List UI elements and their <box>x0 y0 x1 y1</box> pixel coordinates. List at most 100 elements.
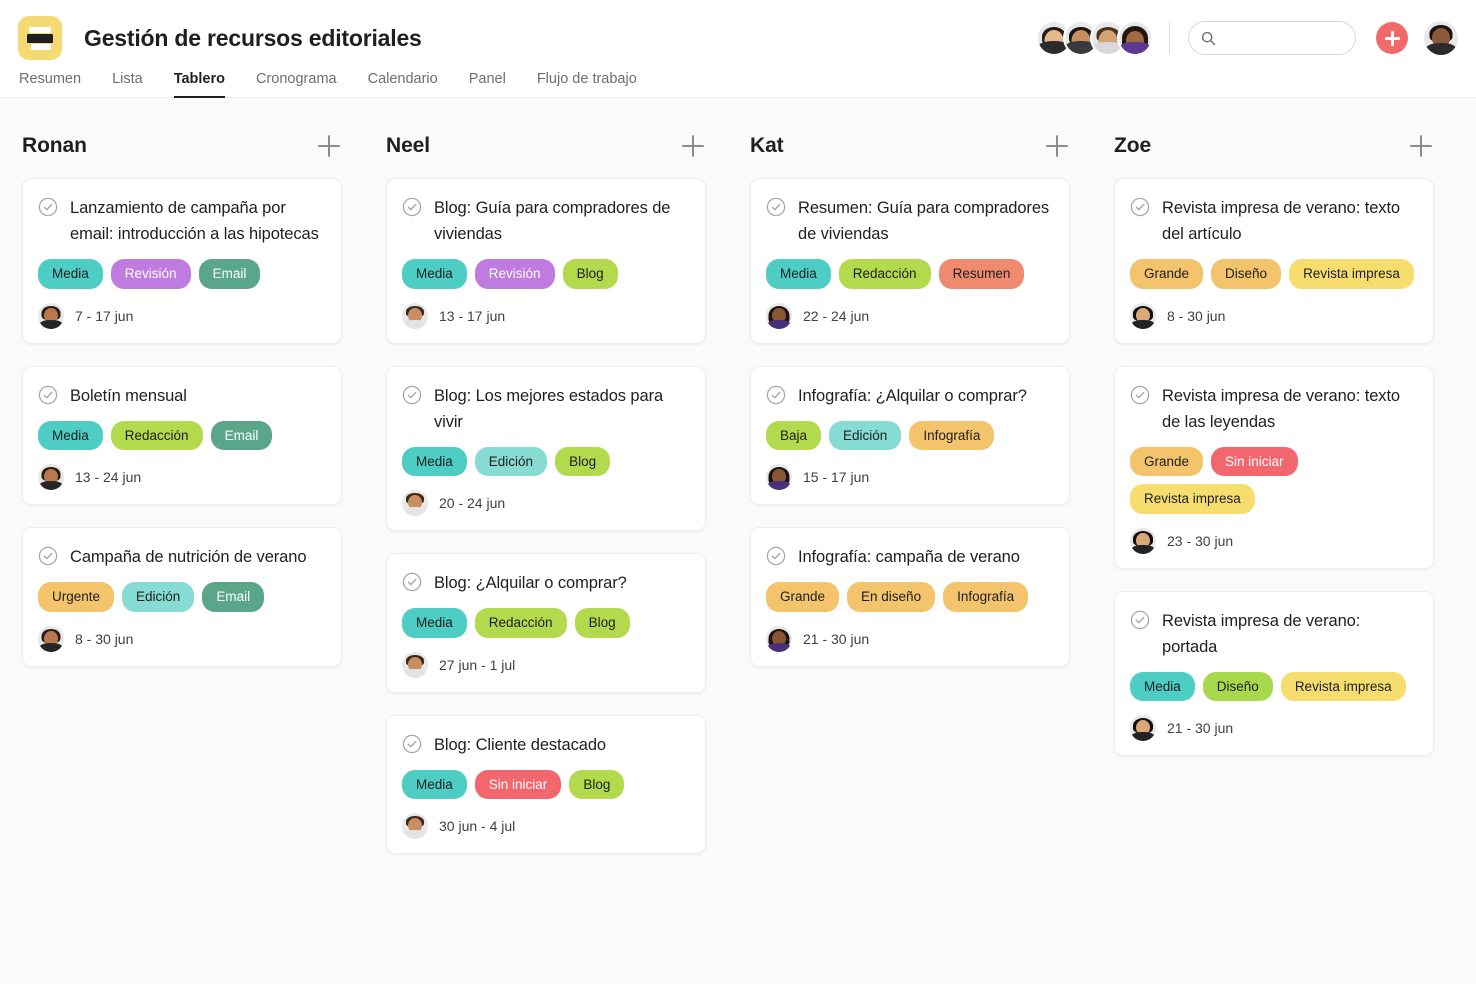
current-user-avatar[interactable] <box>1424 21 1458 55</box>
task-tag[interactable]: Blog <box>574 608 630 638</box>
task-card[interactable]: Revista impresa de verano: texto del art… <box>1114 178 1434 344</box>
task-tag[interactable]: Revisión <box>474 259 555 289</box>
task-date-range[interactable]: 7 - 17 jun <box>75 308 133 324</box>
task-card[interactable]: Blog: Guía para compradores de viviendas… <box>386 178 706 344</box>
add-card-button[interactable] <box>680 133 706 159</box>
task-tag[interactable]: Media <box>402 259 467 289</box>
task-tag[interactable]: Sin iniciar <box>1211 446 1298 477</box>
task-card[interactable]: Infografía: campaña de verano Grande En di… <box>750 527 1070 667</box>
task-card[interactable]: Lanzamiento de campaña por email: introd… <box>22 178 342 344</box>
assignee-avatar[interactable] <box>38 302 64 329</box>
task-tag[interactable]: Media <box>766 259 831 289</box>
task-tag[interactable]: Blog <box>562 259 618 289</box>
task-tag[interactable]: Diseño <box>1202 671 1273 702</box>
task-date-range[interactable]: 8 - 30 jun <box>75 631 133 647</box>
task-date-range[interactable]: 13 - 24 jun <box>75 469 141 485</box>
add-card-button[interactable] <box>1044 133 1070 159</box>
tab-resumen[interactable]: Resumen <box>19 71 81 98</box>
task-tag[interactable]: Redacción <box>838 259 931 289</box>
complete-task-icon[interactable] <box>38 197 58 217</box>
assignee-avatar[interactable] <box>38 464 64 491</box>
task-tag[interactable]: Blog <box>569 769 625 800</box>
task-tag[interactable]: Edición <box>122 582 195 612</box>
task-date-range[interactable]: 27 jun - 1 jul <box>439 657 515 673</box>
complete-task-icon[interactable] <box>402 572 422 592</box>
task-date-range[interactable]: 30 jun - 4 jul <box>439 818 515 834</box>
task-card[interactable]: Infografía: ¿Alquilar o comprar? Baja Edic… <box>750 365 1070 506</box>
task-date-range[interactable]: 22 - 24 jun <box>803 308 869 324</box>
task-tag[interactable]: Baja <box>766 420 822 451</box>
task-card[interactable]: Campaña de nutrición de verano Urgente Edi… <box>22 527 342 667</box>
complete-task-icon[interactable] <box>402 734 422 754</box>
task-tag[interactable]: Media <box>402 608 467 638</box>
assignee-avatar[interactable] <box>1130 527 1156 554</box>
task-tag[interactable]: Edición <box>474 446 548 477</box>
task-tag[interactable]: Redacción <box>474 608 567 638</box>
tab-cronograma[interactable]: Cronograma <box>256 71 337 98</box>
task-date-range[interactable]: 21 - 30 jun <box>803 631 869 647</box>
task-tag[interactable]: Blog <box>555 446 611 477</box>
task-tag[interactable]: Email <box>202 582 265 612</box>
complete-task-icon[interactable] <box>402 197 422 217</box>
task-tag[interactable]: Media <box>402 446 467 477</box>
assignee-avatar[interactable] <box>402 490 428 517</box>
assignee-avatar[interactable] <box>766 464 792 491</box>
task-tag[interactable]: Urgente <box>38 582 115 612</box>
task-tag[interactable]: Email <box>198 259 261 289</box>
task-card[interactable]: Revista impresa de verano: texto de las … <box>1114 365 1434 569</box>
assignee-avatar[interactable] <box>766 625 792 652</box>
assignee-avatar[interactable] <box>402 302 428 329</box>
member-avatar-stack[interactable] <box>1036 20 1153 56</box>
complete-task-icon[interactable] <box>38 385 58 405</box>
search-input[interactable] <box>1224 30 1343 46</box>
task-date-range[interactable]: 8 - 30 jun <box>1167 308 1225 324</box>
task-tag[interactable]: Revista impresa <box>1130 484 1255 514</box>
task-tag[interactable]: Revisión <box>110 259 191 289</box>
assignee-avatar[interactable] <box>766 302 792 329</box>
task-tag[interactable]: Infografía <box>943 582 1029 612</box>
add-card-button[interactable] <box>316 133 342 159</box>
task-tag[interactable]: En diseño <box>847 582 936 612</box>
complete-task-icon[interactable] <box>1130 197 1150 217</box>
task-card[interactable]: Resumen: Guía para compradores de vivien… <box>750 178 1070 344</box>
add-card-button[interactable] <box>1408 133 1434 159</box>
task-tag[interactable]: Media <box>38 420 103 451</box>
assignee-avatar[interactable] <box>402 651 428 678</box>
task-card[interactable]: Revista impresa de verano: portada Media D… <box>1114 590 1434 757</box>
tab-lista[interactable]: Lista <box>112 71 143 98</box>
task-date-range[interactable]: 23 - 30 jun <box>1167 533 1233 549</box>
task-card[interactable]: Blog: ¿Alquilar o comprar? Media Redacción… <box>386 553 706 693</box>
task-date-range[interactable]: 15 - 17 jun <box>803 469 869 485</box>
search-box[interactable] <box>1188 21 1356 55</box>
task-tag[interactable]: Media <box>1130 671 1195 702</box>
task-tag[interactable]: Revista impresa <box>1289 259 1414 289</box>
task-card[interactable]: Blog: Los mejores estados para vivir Medi… <box>386 365 706 532</box>
complete-task-icon[interactable] <box>766 197 786 217</box>
assignee-avatar[interactable] <box>402 813 428 840</box>
tab-panel[interactable]: Panel <box>469 71 506 98</box>
task-tag[interactable]: Media <box>402 769 467 800</box>
task-tag[interactable]: Grande <box>1130 259 1204 289</box>
complete-task-icon[interactable] <box>1130 385 1150 405</box>
task-tag[interactable]: Media <box>38 259 103 289</box>
tab-calendario[interactable]: Calendario <box>368 71 438 98</box>
task-date-range[interactable]: 21 - 30 jun <box>1167 720 1233 736</box>
task-tag[interactable]: Grande <box>766 582 840 612</box>
assignee-avatar[interactable] <box>1130 302 1156 329</box>
task-date-range[interactable]: 20 - 24 jun <box>439 495 505 511</box>
complete-task-icon[interactable] <box>1130 610 1150 630</box>
task-tag[interactable]: Infografía <box>909 420 995 451</box>
task-card[interactable]: Boletín mensual Media Redacción Email 13 - 2… <box>22 365 342 506</box>
add-task-button[interactable] <box>1376 22 1408 54</box>
task-tag[interactable]: Sin iniciar <box>474 769 562 800</box>
task-tag[interactable]: Grande <box>1130 446 1204 477</box>
task-tag[interactable]: Diseño <box>1211 259 1282 289</box>
complete-task-icon[interactable] <box>766 546 786 566</box>
task-tag[interactable]: Edición <box>829 420 902 451</box>
task-tag[interactable]: Revista impresa <box>1280 671 1406 702</box>
task-card[interactable]: Blog: Cliente destacado Media Sin iniciar B… <box>386 714 706 855</box>
task-date-range[interactable]: 13 - 17 jun <box>439 308 505 324</box>
tab-flujo-de-trabajo[interactable]: Flujo de trabajo <box>537 71 637 98</box>
assignee-avatar[interactable] <box>1130 715 1156 742</box>
view-tabs[interactable]: Resumen Lista Tablero Cronograma Calenda… <box>0 62 1476 98</box>
